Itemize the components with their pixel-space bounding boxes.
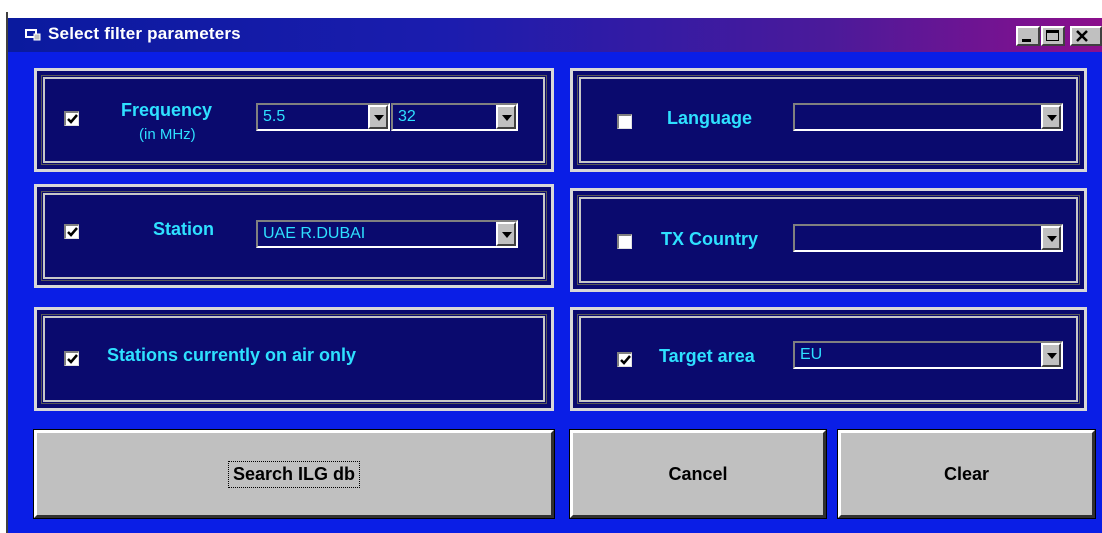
language-dropdown-button[interactable] — [1041, 105, 1061, 129]
frequency-to-dropdown-button[interactable] — [496, 105, 516, 129]
filter-dialog-window: Select filter parameters Frequency (in M… — [0, 0, 1102, 533]
on-air-checkbox[interactable] — [64, 351, 79, 366]
frequency-from-combo[interactable]: 5.5 — [256, 103, 390, 131]
close-icon — [1076, 30, 1088, 42]
chevron-down-icon — [1047, 236, 1057, 242]
tx-country-combo[interactable] — [793, 224, 1063, 252]
check-icon — [67, 114, 78, 124]
check-icon — [67, 227, 78, 237]
frequency-from-value: 5.5 — [263, 108, 286, 125]
language-label: Language — [667, 108, 753, 128]
language-checkbox[interactable] — [617, 114, 632, 129]
frequency-to-value: 32 — [398, 108, 416, 125]
frequency-unit-label: (in MHz) — [139, 126, 196, 143]
target-area-value: EU — [800, 346, 823, 363]
station-checkbox[interactable] — [64, 224, 79, 239]
chevron-down-icon — [502, 232, 512, 238]
window-title: Select filter parameters — [48, 24, 241, 43]
target-area-checkbox[interactable] — [617, 352, 632, 367]
window-app-icon[interactable] — [24, 26, 42, 42]
target-area-combo[interactable]: EU — [793, 341, 1063, 369]
search-button[interactable]: Search ILG db — [34, 430, 554, 518]
maximize-icon — [1046, 30, 1059, 41]
check-icon — [67, 354, 78, 364]
clear-button-label: Clear — [943, 463, 990, 484]
chevron-down-icon — [1047, 353, 1057, 359]
chevron-down-icon — [502, 115, 512, 121]
target-area-dropdown-button[interactable] — [1041, 343, 1061, 367]
station-combo[interactable]: UAE R.DUBAI — [256, 220, 518, 248]
target-area-label: Target area — [659, 346, 755, 366]
tx-country-dropdown-button[interactable] — [1041, 226, 1061, 250]
minimize-button[interactable] — [1016, 26, 1040, 46]
tx-country-label: TX Country — [661, 229, 758, 249]
chevron-down-icon — [1047, 115, 1057, 121]
station-value: UAE R.DUBAI — [263, 225, 366, 242]
clear-button[interactable]: Clear — [838, 430, 1095, 518]
cancel-button[interactable]: Cancel — [570, 430, 826, 518]
frequency-label: Frequency — [121, 100, 213, 120]
minimize-icon — [1022, 39, 1031, 42]
station-dropdown-button[interactable] — [496, 222, 516, 246]
cancel-button-label: Cancel — [668, 463, 728, 484]
on-air-label: Stations currently on air only — [107, 345, 357, 365]
search-button-label: Search ILG db — [227, 460, 361, 488]
check-icon — [620, 355, 631, 365]
frequency-checkbox[interactable] — [64, 111, 79, 126]
station-label: Station — [153, 219, 214, 239]
close-button[interactable] — [1070, 26, 1102, 46]
maximize-button[interactable] — [1041, 26, 1065, 46]
language-combo[interactable] — [793, 103, 1063, 131]
chevron-down-icon — [374, 115, 384, 121]
tx-country-checkbox[interactable] — [617, 234, 632, 249]
frequency-from-dropdown-button[interactable] — [368, 105, 388, 129]
frequency-to-combo[interactable]: 32 — [391, 103, 518, 131]
